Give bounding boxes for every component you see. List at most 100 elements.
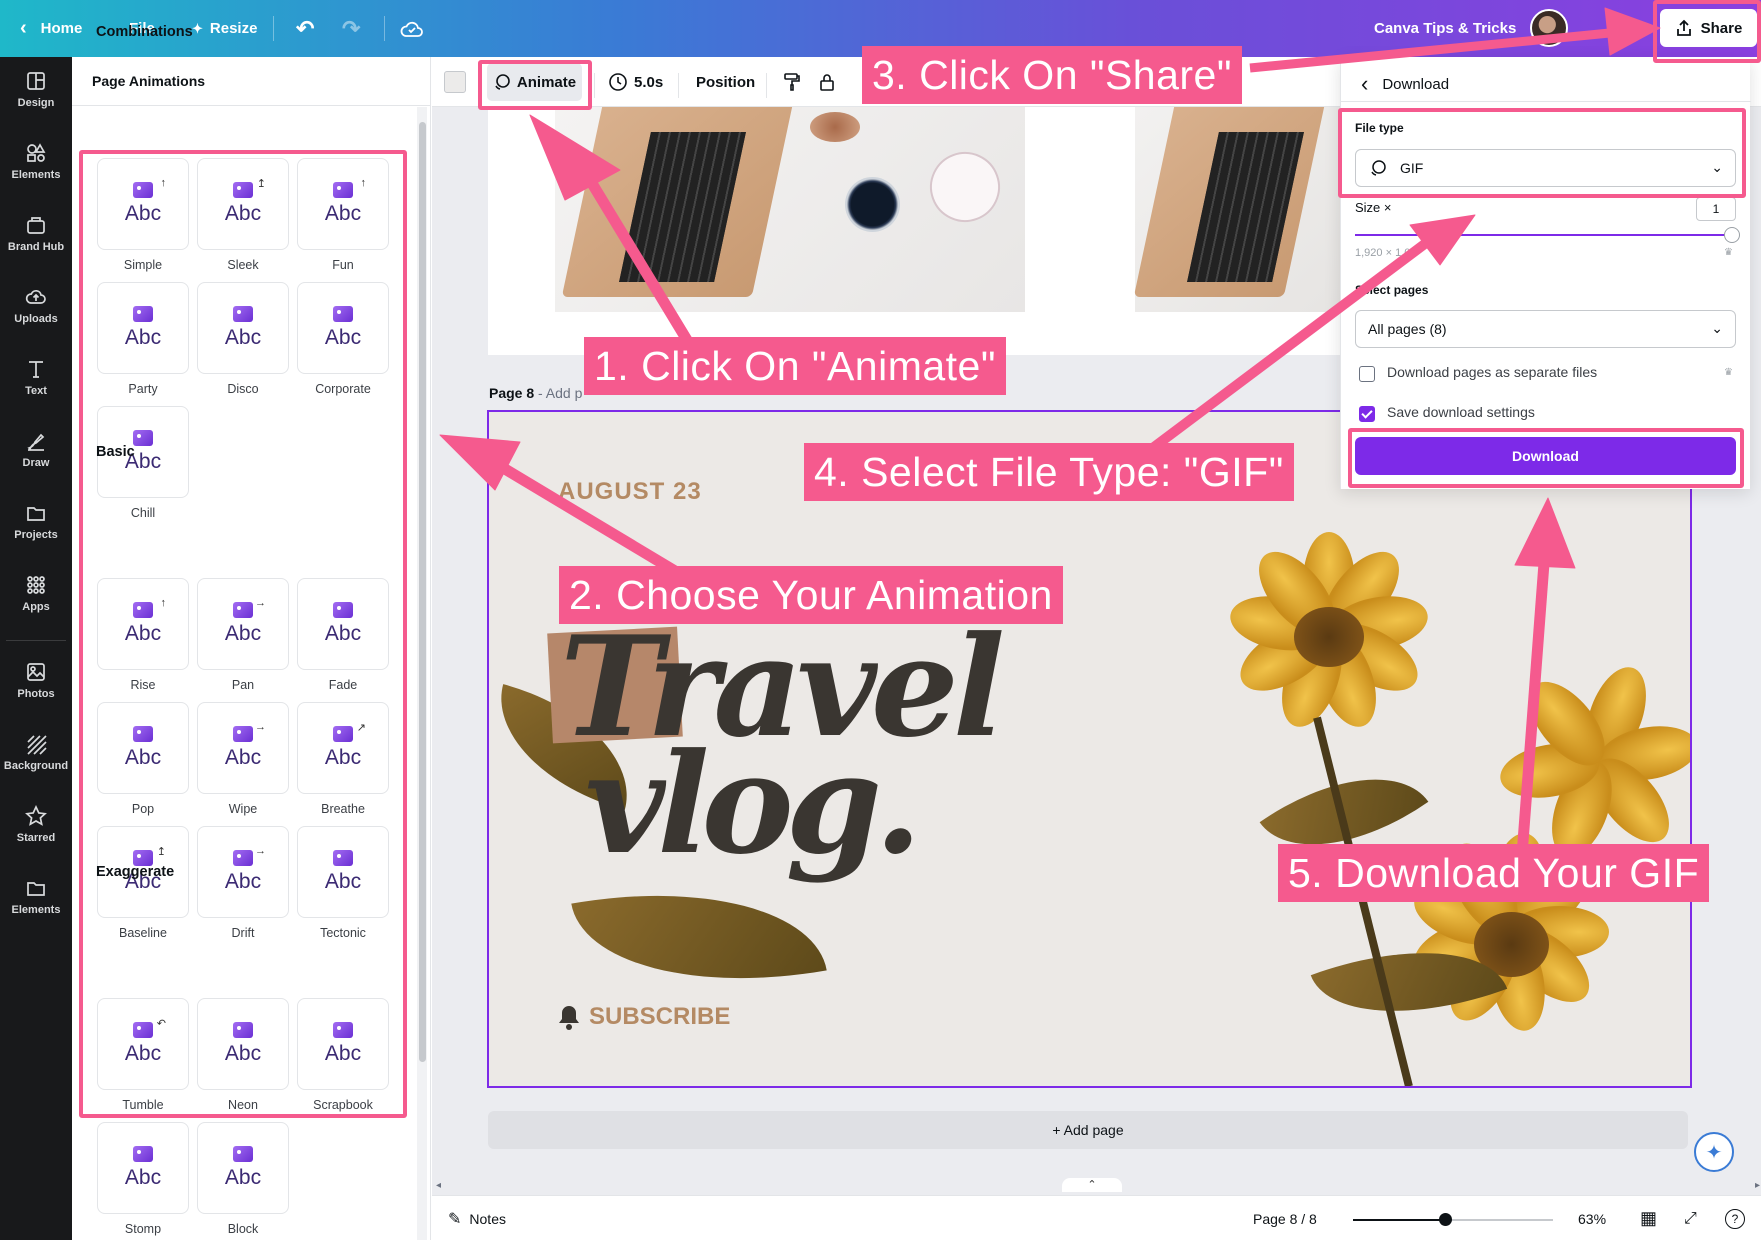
subscribe-text[interactable]: SUBSCRIBE: [557, 1003, 730, 1031]
title-line-2[interactable]: vlog.: [585, 735, 922, 873]
coffee-cup-image: [845, 177, 900, 232]
sunflower-image: [1179, 482, 1479, 782]
highlight-file-type: [1338, 108, 1746, 198]
page-title-placeholder[interactable]: - Add p: [534, 385, 582, 401]
undo-icon[interactable]: ↶: [296, 0, 314, 57]
rail-item-projects[interactable]: Projects: [0, 489, 72, 553]
animation-tile-block[interactable]: Abc: [197, 1122, 289, 1214]
cloud-save-icon[interactable]: [400, 0, 424, 57]
image-icon: [133, 1146, 153, 1162]
annotation-step-5: 5. Download Your GIF: [1278, 844, 1710, 902]
rail-item-apps[interactable]: Apps: [0, 561, 72, 625]
size-slider-handle[interactable]: [1724, 227, 1740, 243]
rail-item-brand-hub[interactable]: Brand Hub: [0, 201, 72, 265]
divider: [72, 105, 431, 106]
chevron-down-icon: ⌄: [1711, 320, 1723, 336]
animation-label: Stomp: [124, 1222, 162, 1236]
rail-item-background[interactable]: Background: [0, 720, 72, 784]
rail-label: Brand Hub: [7, 240, 65, 253]
apps-icon: [27, 575, 45, 594]
annotation-step-4: 4. Select File Type: "GIF": [804, 443, 1294, 501]
highlight-animate: [478, 60, 592, 110]
cookies-image: [810, 112, 860, 142]
panel-scrollbar-thumb[interactable]: [419, 122, 426, 1062]
rail-item-starred[interactable]: Starred: [0, 792, 72, 856]
scroll-left-icon[interactable]: ◂: [436, 1180, 441, 1191]
scroll-right-icon[interactable]: ▸: [1755, 1180, 1760, 1191]
position-button[interactable]: Position: [696, 57, 755, 107]
chevron-left-icon: ‹: [20, 17, 27, 39]
resize-button[interactable]: ✦ Resize: [192, 0, 257, 57]
lock-icon[interactable]: [817, 57, 837, 107]
rail-divider: [6, 640, 66, 641]
rail-label: Uploads: [14, 312, 58, 325]
date-text[interactable]: AUGUST 23: [558, 478, 702, 506]
dimensions-text: 1,920 × 1,0: [1355, 247, 1411, 259]
zoom-value[interactable]: 63%: [1578, 1196, 1606, 1241]
magic-assistant-icon[interactable]: ✦: [1694, 1132, 1734, 1172]
rail-item-elements[interactable]: Elements: [0, 129, 72, 193]
rail-item-text[interactable]: Text: [0, 345, 72, 409]
size-slider-track[interactable]: [1355, 234, 1730, 236]
separate-files-checkbox[interactable]: [1359, 366, 1375, 382]
divider: [1341, 101, 1751, 102]
page-count[interactable]: Page 8 / 8: [1253, 1196, 1317, 1241]
background-icon: [27, 734, 47, 755]
crown-icon: ♛: [1724, 247, 1733, 258]
select-pages-label: Select pages: [1355, 283, 1429, 297]
rail-label: Starred: [16, 831, 56, 844]
add-page-button[interactable]: + Add page: [488, 1111, 1688, 1149]
divider: [594, 73, 595, 98]
home-button[interactable]: ‹ Home: [20, 0, 82, 57]
notes-button[interactable]: ✎ Notes: [448, 1196, 506, 1241]
download-header[interactable]: ‹ Download: [1361, 71, 1449, 97]
rail-label: Projects: [14, 528, 58, 541]
photos-icon: [27, 662, 45, 681]
left-rail: Design Elements Brand Hub Uploads Text D…: [0, 57, 72, 1240]
uploads-icon: [25, 289, 46, 304]
folder-icon: [27, 881, 45, 896]
highlight-animations: [79, 150, 407, 1118]
subscribe-label: SUBSCRIBE: [589, 1003, 731, 1030]
divider: [384, 16, 385, 41]
size-input[interactable]: 1: [1696, 197, 1736, 221]
divider: [273, 16, 274, 41]
draw-icon: [27, 433, 45, 451]
canvas-horizontal-scrollbar[interactable]: ◂ ▸ ⌃: [432, 1178, 1761, 1194]
rail-item-photos[interactable]: Photos: [0, 648, 72, 712]
elements-icon: [27, 142, 46, 162]
panel-title: Page Animations: [92, 73, 206, 89]
notes-label: Notes: [469, 1210, 506, 1227]
rail-item-draw[interactable]: Draw: [0, 417, 72, 481]
rail-label: Elements: [11, 903, 61, 916]
page-label: Page 8 - Add p: [489, 385, 582, 401]
tile-preview-text: Abc: [124, 1166, 162, 1189]
duration-button[interactable]: 5.0s: [608, 57, 663, 107]
rail-item-uploads[interactable]: Uploads: [0, 273, 72, 337]
chevron-up-icon[interactable]: ⌃: [1062, 1178, 1122, 1192]
fullscreen-icon[interactable]: ⤢: [1684, 1196, 1697, 1241]
avatar[interactable]: [1530, 9, 1568, 47]
crown-icon: ♛: [1724, 367, 1733, 378]
rail-item-elements-folder[interactable]: Elements: [0, 864, 72, 928]
rail-item-design[interactable]: Design: [0, 57, 72, 121]
tile-preview-text: Abc: [224, 1166, 262, 1189]
redo-icon[interactable]: ↷: [342, 0, 360, 57]
pages-select[interactable]: All pages (8) ⌄: [1355, 310, 1736, 348]
rail-label: Elements: [11, 168, 61, 181]
zoom-slider-handle[interactable]: [1439, 1213, 1452, 1226]
animation-tile-stomp[interactable]: Abc: [97, 1122, 189, 1214]
color-swatch[interactable]: [444, 57, 466, 107]
analytics-icon[interactable]: [1616, 0, 1638, 57]
badge-image: [920, 142, 1010, 232]
grid-view-icon[interactable]: ▦: [1640, 1196, 1657, 1241]
annotation-step-1: 1. Click On "Animate": [584, 337, 1006, 395]
save-settings-checkbox[interactable]: [1359, 406, 1375, 422]
paint-roller-icon[interactable]: [782, 57, 802, 107]
help-icon[interactable]: ?: [1725, 1196, 1745, 1241]
desk-photo: [555, 107, 1025, 312]
star-icon: [25, 804, 47, 826]
team-name[interactable]: Canva Tips & Tricks: [1374, 0, 1516, 57]
page-7[interactable]: [488, 107, 1348, 355]
chevron-left-icon[interactable]: ‹: [1361, 71, 1368, 97]
